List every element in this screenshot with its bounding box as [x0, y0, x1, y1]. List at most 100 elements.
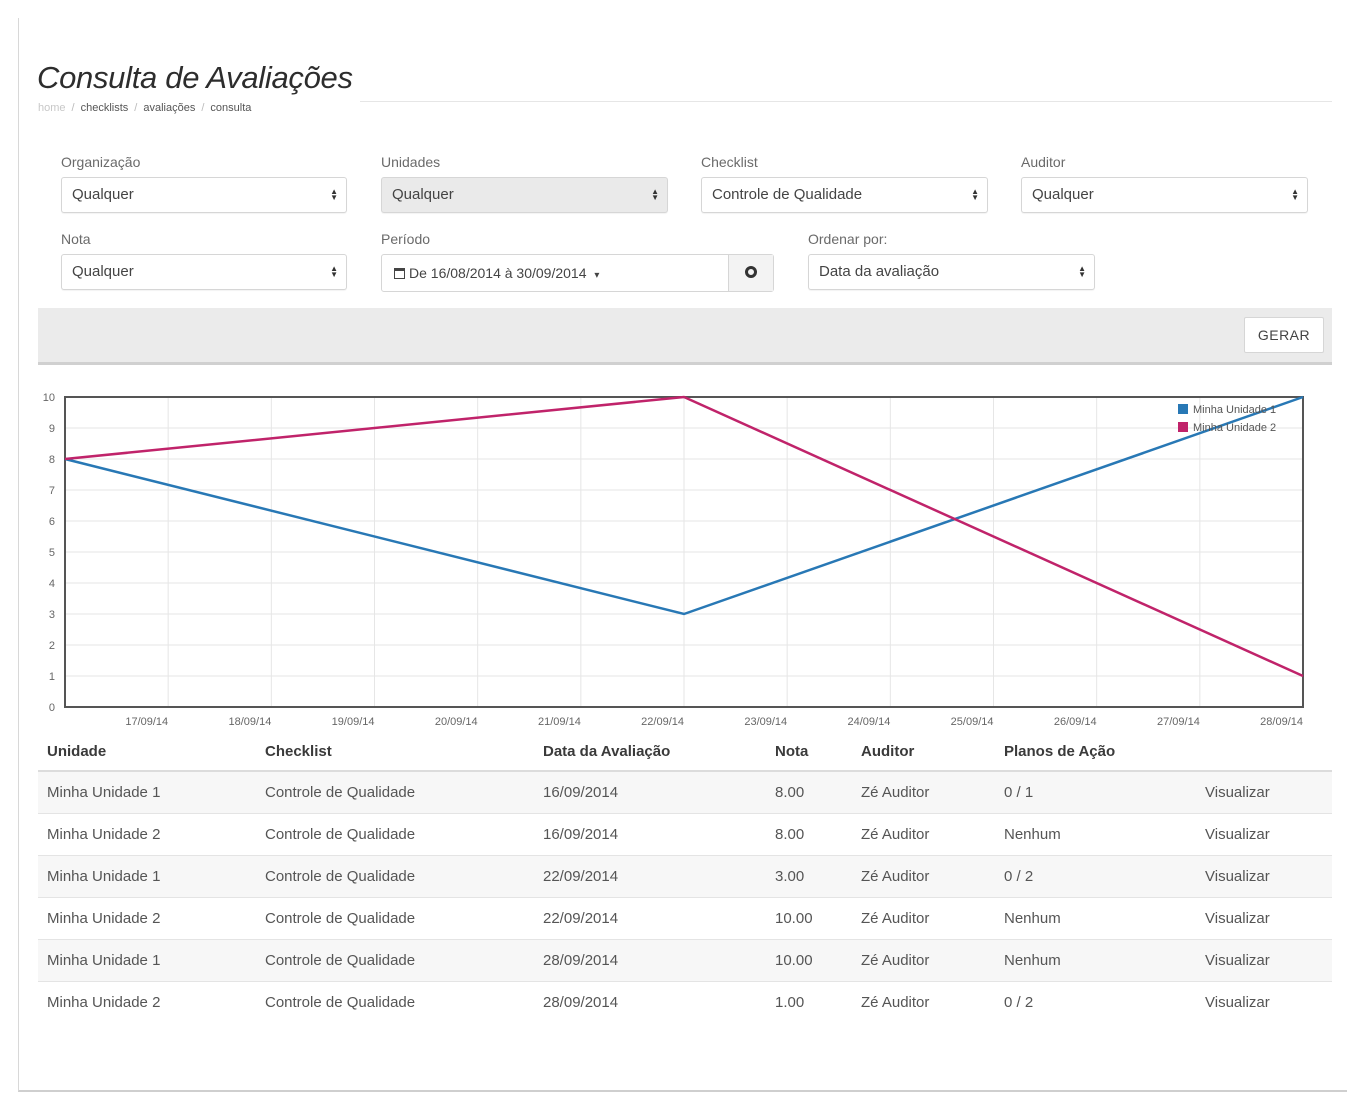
gerar-button[interactable]: GERAR	[1244, 317, 1324, 353]
x-tick-label: 18/09/14	[229, 716, 272, 728]
auditor-value: Qualquer	[1032, 186, 1094, 203]
x-tick-label: 20/09/14	[435, 716, 478, 728]
legend-swatch	[1178, 404, 1188, 414]
cell-unidade: Minha Unidade 2	[38, 981, 256, 1023]
table-row[interactable]: Minha Unidade 2 Controle de Qualidade 22/0…	[38, 897, 1332, 940]
calendar-icon	[394, 268, 405, 279]
y-tick-label: 1	[49, 671, 55, 683]
auditor-select[interactable]: Qualquer ▲ ▼	[1021, 177, 1308, 213]
y-tick-label: 0	[49, 702, 55, 714]
cell-planos: Nenhum	[995, 939, 1196, 982]
select-arrows-icon: ▲ ▼	[330, 187, 338, 203]
periodo-gear-button[interactable]	[728, 255, 773, 291]
visualizar-link[interactable]: Visualizar	[1196, 939, 1332, 982]
line-chart: 0 1 2 3 4 5 6 7 8 9 10 17/09/14 18/09/14 19/09/14 20/0…	[43, 392, 1304, 728]
visualizar-link[interactable]: Visualizar	[1196, 855, 1332, 898]
organizacao-select[interactable]: Qualquer ▲ ▼	[61, 177, 347, 213]
col-actions	[1196, 732, 1332, 772]
y-tick-label: 8	[49, 454, 55, 466]
cell-checklist: Controle de Qualidade	[256, 770, 534, 814]
x-tick-label: 17/09/14	[125, 716, 168, 728]
nota-select[interactable]: Qualquer ▲ ▼	[61, 254, 347, 290]
unidades-select[interactable]: Qualquer ▲ ▼	[381, 177, 668, 213]
visualizar-link[interactable]: Visualizar	[1196, 981, 1332, 1023]
y-tick-label: 3	[49, 609, 55, 621]
checklist-value: Controle de Qualidade	[712, 186, 863, 203]
cell-unidade: Minha Unidade 2	[38, 897, 256, 940]
table-row[interactable]: Minha Unidade 2 Controle de Qualidade 16/0…	[38, 813, 1332, 856]
cell-checklist: Controle de Qualidade	[256, 813, 534, 856]
select-arrows-icon: ▲ ▼	[1078, 264, 1086, 280]
y-tick-label: 9	[49, 423, 55, 435]
title-divider	[360, 101, 1332, 102]
caret-down-icon: ▾	[594, 270, 600, 281]
table-row[interactable]: Minha Unidade 1 Controle de Qualidade 22/0…	[38, 855, 1332, 898]
ordenar-label: Ordenar por:	[808, 231, 888, 247]
evaluations-table: Unidade Checklist Data da Avaliação Nota…	[38, 732, 1332, 1023]
periodo-text[interactable]: De 16/08/2014 à 30/09/2014 ▾	[394, 255, 599, 294]
x-tick-label: 19/09/14	[332, 716, 375, 728]
col-auditor[interactable]: Auditor	[852, 732, 995, 772]
cell-planos: 0 / 1	[995, 770, 1196, 814]
col-nota[interactable]: Nota	[766, 732, 852, 772]
breadcrumb-consulta: consulta	[210, 102, 252, 114]
visualizar-link[interactable]: Visualizar	[1196, 897, 1332, 940]
periodo-label: Período	[381, 231, 431, 247]
breadcrumb-home[interactable]: home	[38, 102, 66, 114]
cell-unidade: Minha Unidade 1	[38, 939, 256, 982]
cell-unidade: Minha Unidade 1	[38, 770, 256, 814]
breadcrumb-avaliacoes[interactable]: avaliações	[143, 102, 195, 114]
action-toolbar: GERAR	[38, 308, 1332, 365]
cell-nota: 3.00	[766, 855, 852, 898]
unidades-label: Unidades	[381, 154, 441, 170]
cell-data: 16/09/2014	[534, 770, 766, 814]
table-body: Minha Unidade 1 Controle de Qualidade 16/0…	[38, 770, 1332, 1023]
cell-data: 22/09/2014	[534, 855, 766, 898]
cell-auditor: Zé Auditor	[852, 813, 995, 856]
x-tick-label: 23/09/14	[744, 716, 787, 728]
y-tick-label: 7	[49, 485, 55, 497]
visualizar-link[interactable]: Visualizar	[1196, 813, 1332, 856]
cell-planos: 0 / 2	[995, 855, 1196, 898]
col-checklist[interactable]: Checklist	[256, 732, 534, 772]
nota-label: Nota	[61, 231, 91, 247]
organizacao-value: Qualquer	[72, 186, 134, 203]
table-row[interactable]: Minha Unidade 2 Controle de Qualidade 28/0…	[38, 981, 1332, 1023]
visualizar-link[interactable]: Visualizar	[1196, 770, 1332, 814]
col-planos[interactable]: Planos de Ação	[995, 732, 1196, 772]
cell-nota: 8.00	[766, 813, 852, 856]
select-arrows-icon: ▲ ▼	[330, 264, 338, 280]
table-row[interactable]: Minha Unidade 1 Controle de Qualidade 28/0…	[38, 939, 1332, 982]
breadcrumb: home / checklists / avaliações / consulta	[38, 102, 252, 114]
cell-nota: 10.00	[766, 939, 852, 982]
checklist-select[interactable]: Controle de Qualidade ▲ ▼	[701, 177, 988, 213]
cell-auditor: Zé Auditor	[852, 981, 995, 1023]
cell-unidade: Minha Unidade 2	[38, 813, 256, 856]
col-data[interactable]: Data da Avaliação	[534, 732, 766, 772]
y-tick-label: 10	[43, 392, 55, 404]
select-arrows-icon: ▲ ▼	[651, 187, 659, 203]
y-tick-label: 2	[49, 640, 55, 652]
checklist-label: Checklist	[701, 154, 758, 170]
periodo-date-range[interactable]: De 16/08/2014 à 30/09/2014 ▾	[381, 254, 774, 292]
cell-auditor: Zé Auditor	[852, 770, 995, 814]
cell-data: 28/09/2014	[534, 939, 766, 982]
cell-data: 16/09/2014	[534, 813, 766, 856]
cell-checklist: Controle de Qualidade	[256, 939, 534, 982]
y-tick-label: 5	[49, 547, 55, 559]
breadcrumb-checklists[interactable]: checklists	[81, 102, 129, 114]
gear-icon	[745, 266, 757, 278]
table-row[interactable]: Minha Unidade 1 Controle de Qualidade 16/0…	[38, 770, 1332, 814]
cell-planos: 0 / 2	[995, 981, 1196, 1023]
x-tick-label: 24/09/14	[848, 716, 891, 728]
ordenar-select[interactable]: Data da avaliação ▲ ▼	[808, 254, 1095, 290]
cell-checklist: Controle de Qualidade	[256, 855, 534, 898]
cell-planos: Nenhum	[995, 897, 1196, 940]
ordenar-value: Data da avaliação	[819, 263, 940, 280]
x-tick-label: 22/09/14	[641, 716, 684, 728]
col-unidade[interactable]: Unidade	[38, 732, 256, 772]
y-tick-label: 6	[49, 516, 55, 528]
table-header-row: Unidade Checklist Data da Avaliação Nota…	[38, 732, 1332, 772]
nota-value: Qualquer	[72, 263, 134, 280]
cell-data: 22/09/2014	[534, 897, 766, 940]
